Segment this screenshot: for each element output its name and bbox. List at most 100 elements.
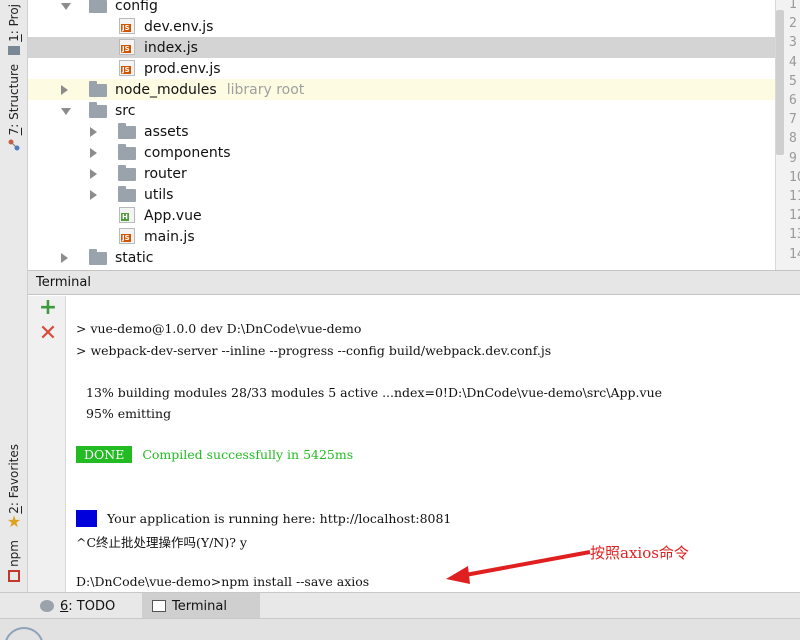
favorites-tab-label: 2: Favorites [7, 444, 21, 514]
tree-item-label: node_modules library root [115, 81, 305, 98]
chevron-right-icon[interactable] [61, 253, 68, 263]
vue-file-icon: H [119, 207, 135, 223]
tree-item[interactable]: JS prod.env.js [28, 58, 775, 79]
terminal-tool-tab[interactable]: Terminal [142, 593, 260, 619]
folder-icon [89, 249, 107, 265]
favorites-tool-tab[interactable]: 2: Favorites ★ [0, 444, 28, 530]
line-number: 2 [789, 16, 797, 32]
tree-item[interactable]: node_modules library root [28, 79, 775, 100]
tree-item-label: prod.env.js [144, 60, 221, 77]
js-file-icon: JS [119, 60, 135, 76]
annotation-text: 按照axios命令 [590, 544, 689, 562]
tree-item[interactable]: JS index.js [28, 37, 775, 58]
tree-item-label: index.js [144, 39, 198, 56]
line-number: 13 [789, 227, 800, 243]
done-badge: DONE [76, 446, 133, 463]
line-number: 9 [789, 150, 797, 166]
tree-item[interactable]: utils [28, 184, 775, 205]
running-message: Your application is running here: http:/… [106, 511, 452, 526]
terminal-output[interactable]: > vue-demo@1.0.0 dev D:\DnCode\vue-demo … [66, 296, 800, 592]
tree-item-label: assets [144, 123, 189, 140]
tree-item[interactable]: JS main.js [28, 226, 775, 247]
tree-item[interactable]: H App.vue [28, 205, 775, 226]
folder-icon [118, 186, 136, 202]
chevron-right-icon[interactable] [61, 85, 68, 95]
todo-num: 6 [60, 598, 69, 614]
terminal-tab-label: Terminal [172, 598, 227, 614]
terminal-icon [152, 600, 166, 612]
tree-item-label: components [144, 144, 231, 161]
tree-item[interactable]: JS dev.env.js [28, 16, 775, 37]
terminal-title: Terminal [36, 275, 91, 290]
npm-tab-label: npm [7, 540, 21, 567]
tree-item-hint: library root [226, 81, 305, 98]
terminal-line-emitting: 95% emitting [86, 406, 172, 421]
structure-tab-label: 7: Structure [7, 64, 21, 136]
terminal-line-batch: ^C终止批处理操作吗(Y/N)? y [76, 535, 247, 550]
info-badge: I [76, 510, 97, 527]
todo-label: : TODO [68, 598, 116, 614]
tree-scrollbar[interactable] [776, 10, 784, 155]
tree-item[interactable]: components [28, 142, 775, 163]
todo-tool-tab[interactable]: 6: TODO [30, 593, 125, 619]
project-tool-tab[interactable]: 1: Proj [0, 4, 28, 55]
star-icon: ★ [6, 511, 22, 531]
line-number: 6 [789, 93, 797, 108]
new-session-plus-icon[interactable]: + [38, 297, 58, 319]
npm-tool-tab[interactable]: npm [0, 540, 28, 582]
tree-item[interactable]: router [28, 163, 775, 184]
todo-icon [40, 600, 54, 612]
js-file-icon: JS [119, 228, 135, 244]
chevron-down-icon[interactable] [61, 3, 71, 10]
chevron-right-icon[interactable] [90, 169, 97, 179]
terminal-line-progress: 13% building modules 28/33 modules 5 act… [86, 385, 663, 400]
left-tool-strip: 1: Proj 7: Structure 2: Favorites ★ npm [0, 0, 28, 640]
folder-icon [118, 165, 136, 181]
chevron-right-icon[interactable] [90, 127, 97, 137]
done-message: Compiled successfully in 5425ms [142, 447, 354, 462]
bottom-tool-bar: 6: TODO Terminal [0, 592, 800, 619]
chevron-down-icon[interactable] [61, 108, 71, 115]
tree-item-label: router [144, 165, 187, 182]
terminal-line-install: D:\DnCode\vue-demo>npm install --save ax… [76, 574, 370, 589]
tree-item-label: src [115, 102, 136, 119]
tree-item-label: static [115, 249, 154, 266]
js-file-icon: JS [119, 18, 135, 34]
tree-item[interactable]: config [28, 0, 775, 16]
project-tab-label: 1: Proj [7, 4, 21, 42]
js-file-icon: JS [119, 39, 135, 55]
chevron-right-icon[interactable] [90, 190, 97, 200]
tree-item-label: main.js [144, 228, 195, 245]
folder-icon [89, 102, 107, 118]
folder-icon [89, 81, 107, 97]
structure-tool-tab[interactable]: 7: Structure [0, 64, 28, 152]
line-number: 5 [789, 73, 797, 89]
tree-item[interactable]: assets [28, 121, 775, 142]
line-number: 10 [789, 169, 800, 185]
line-number: 11 [789, 189, 800, 204]
terminal-header: Terminal [28, 270, 800, 295]
chevron-right-icon[interactable] [90, 148, 97, 158]
line-number: 12 [789, 208, 800, 224]
terminal-line-cmd2: > webpack-dev-server --inline --progress… [76, 343, 552, 358]
tree-item-label: dev.env.js [144, 18, 214, 35]
terminal-line-done: DONE Compiled successfully in 5425ms [76, 446, 353, 463]
line-number: 8 [789, 131, 797, 147]
status-circle-icon [4, 627, 44, 640]
terminal-toolbar: + ✕ [28, 296, 66, 592]
tree-item-label: utils [144, 186, 174, 203]
line-number: 3 [789, 35, 797, 51]
structure-icon [8, 139, 20, 151]
editor-gutter: 1234567891011121314 [775, 0, 800, 270]
project-tree: config JS dev.env.js JS index.js JS prod.env.j… [28, 0, 775, 270]
line-number: 14 [789, 246, 800, 262]
terminal-line-cmd1: > vue-demo@1.0.0 dev D:\DnCode\vue-demo [76, 321, 362, 336]
folder-icon [118, 123, 136, 139]
project-icon [8, 45, 20, 55]
folder-icon [118, 144, 136, 160]
close-session-icon[interactable]: ✕ [38, 323, 58, 345]
tree-item-label: config [115, 0, 158, 14]
tree-item[interactable]: static [28, 247, 775, 268]
tree-item[interactable]: src [28, 100, 775, 121]
line-number: 7 [789, 112, 797, 128]
